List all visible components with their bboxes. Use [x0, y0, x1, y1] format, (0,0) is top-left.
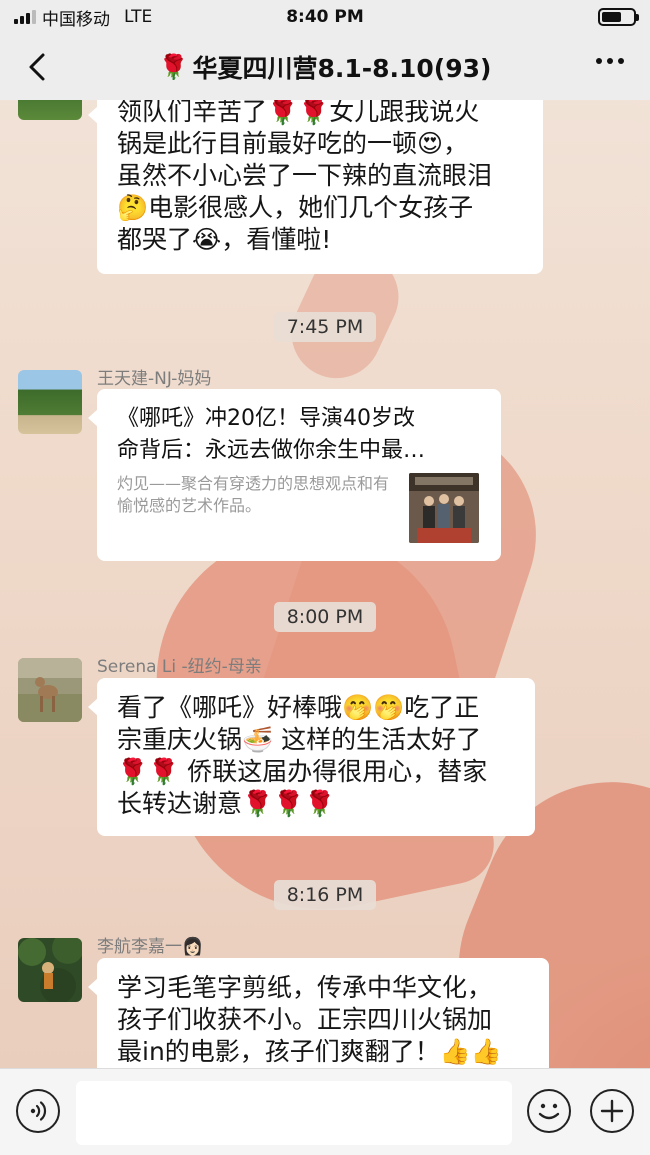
- link-card-description: 灼见——聚合有穿透力的思想观点和有愉悦感的艺术作品。: [117, 474, 390, 515]
- link-card-title-line: 命背后：永远去做你余生中最…: [117, 438, 426, 463]
- avatar[interactable]: [18, 370, 82, 434]
- status-bar: 中国移动 LTE 8:40 PM: [0, 0, 650, 34]
- more-dot: [596, 58, 602, 64]
- thumbnail-image: [409, 473, 479, 543]
- timestamp: 7:45 PM: [274, 312, 376, 342]
- rose-icon: 🌹: [158, 53, 189, 81]
- message-line: 🌹🌹 侨联这届办得很用心，替家: [117, 757, 488, 786]
- chevron-left-icon: [29, 53, 45, 81]
- carrier-label: 中国移动: [42, 9, 110, 30]
- more-dot: [607, 58, 613, 64]
- message-bubble[interactable]: 看了《哪吒》好棒哦🤭🤭吃了正 宗重庆火锅🍜 这样的生活太好了 🌹🌹 侨联这届办得…: [88, 678, 535, 836]
- avatar-deer-image: [18, 658, 82, 722]
- more-button[interactable]: [596, 58, 624, 64]
- voice-button[interactable]: [16, 1089, 60, 1133]
- message-line: 都哭了😭，看懂啦!: [117, 225, 332, 254]
- chat-header: 🌹 华夏四川营8.1-8.10(93): [0, 34, 650, 100]
- link-card[interactable]: 《哪吒》冲20亿！导演40岁改 命背后：永远去做你余生中最… 灼见——聚合有穿透…: [88, 389, 501, 561]
- voice-icon: [30, 1101, 47, 1121]
- message-line: 宗重庆火锅🍜 这样的生活太好了: [117, 725, 482, 754]
- chat-title-text: 华夏四川营8.1-8.10(93): [192, 54, 492, 83]
- plus-button[interactable]: [590, 1089, 634, 1133]
- message-line: 领队们辛苦了🌹🌹女儿跟我说火: [117, 100, 480, 126]
- message-input[interactable]: [76, 1081, 512, 1145]
- sender-name: 李航李嘉一👩🏻: [97, 937, 204, 957]
- signal-icon: [14, 10, 36, 24]
- message-line: 虽然不小心尝了一下辣的直流眼泪: [117, 161, 493, 190]
- battery-icon: [598, 8, 639, 26]
- message-line: 🤔电影很感人，她们几个女孩子: [117, 193, 474, 222]
- plus-icon: [600, 1099, 624, 1123]
- link-card-title-line: 《哪吒》冲20亿！导演40岁改: [117, 406, 415, 431]
- input-bar: [0, 1068, 650, 1155]
- message-bubble[interactable]: 领队们辛苦了🌹🌹女儿跟我说火 锅是此行目前最好吃的一顿😍， 虽然不小心尝了一下辣…: [88, 100, 543, 274]
- message-line: 锅是此行目前最好吃的一顿😍，: [117, 129, 469, 158]
- avatar[interactable]: [18, 100, 82, 120]
- sender-name: Serena Li -纽约-母亲: [97, 657, 262, 677]
- link-card-thumbnail: [409, 473, 479, 543]
- back-button[interactable]: [22, 50, 52, 84]
- sender-name: 王天建-NJ-妈妈: [97, 369, 212, 389]
- timestamp: 8:16 PM: [274, 880, 376, 910]
- message-line: 学习毛笔字剪纸，传承中华文化，: [117, 973, 493, 1002]
- message-list[interactable]: 领队们辛苦了🌹🌹女儿跟我说火 锅是此行目前最好吃的一顿😍， 虽然不小心尝了一下辣…: [0, 100, 650, 1068]
- emoji-button[interactable]: [527, 1089, 571, 1133]
- avatar[interactable]: [18, 938, 82, 1002]
- message-line: 最in的电影，孩子们爽翻了！👍👍: [117, 1037, 503, 1066]
- timestamp: 8:00 PM: [274, 602, 376, 632]
- more-dot: [618, 58, 624, 64]
- message-line: 长转达谢意🌹🌹🌹: [117, 789, 336, 818]
- message-bubble[interactable]: 学习毛笔字剪纸，传承中华文化， 孩子们收获不小。正宗四川火锅加 最in的电影，孩…: [88, 958, 549, 1068]
- avatar-forest-image: [18, 938, 82, 1002]
- emoji-icon: [538, 1103, 560, 1120]
- status-left: 中国移动 LTE: [14, 5, 152, 30]
- message-line: 看了《哪吒》好棒哦🤭🤭吃了正: [117, 693, 480, 722]
- network-label: LTE: [124, 7, 153, 27]
- avatar[interactable]: [18, 658, 82, 722]
- message-line: 孩子们收获不小。正宗四川火锅加: [117, 1005, 493, 1034]
- chat-title: 🌹 华夏四川营8.1-8.10(93): [159, 49, 492, 85]
